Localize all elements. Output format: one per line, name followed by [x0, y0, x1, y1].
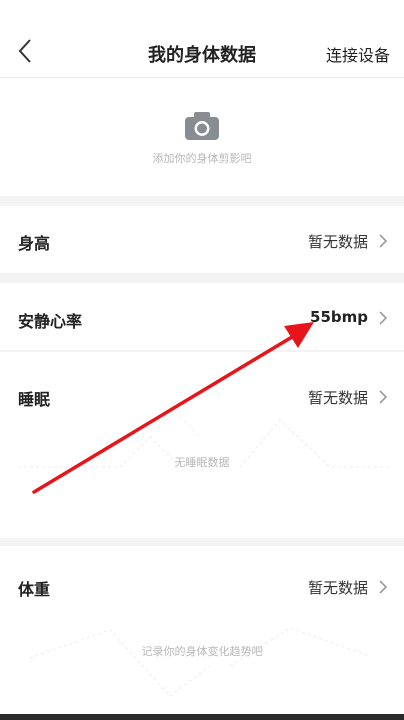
back-button[interactable]: [12, 34, 40, 68]
silhouette-hint: 添加你的身体剪影吧: [152, 152, 252, 165]
chevron-left-icon: [18, 39, 31, 63]
sleep-chart-placeholder: [18, 411, 390, 468]
section-divider: [0, 538, 404, 546]
chevron-right-icon: [379, 311, 388, 325]
chevron-right-icon: [379, 390, 388, 404]
camera-button[interactable]: [184, 111, 220, 141]
section-divider: [0, 273, 404, 283]
connect-device-button[interactable]: 连接设备: [326, 42, 390, 66]
heart-rate-value: 55bmp: [310, 308, 368, 326]
weight-empty-hint: 记录你的身体变化趋势吧: [141, 645, 263, 658]
sleep-card[interactable]: 睡眠 暂无数据 无睡眠数据: [0, 352, 404, 538]
chevron-right-icon: [379, 234, 388, 248]
sleep-value: 暂无数据: [307, 389, 368, 407]
sleep-label: 睡眠: [18, 390, 51, 409]
section-divider: [0, 196, 404, 206]
weight-chart-placeholder: [29, 627, 371, 697]
bottom-edge: [0, 714, 404, 720]
heart-rate-label: 安静心率: [18, 312, 83, 331]
height-value: 暂无数据: [307, 233, 368, 251]
weight-label: 体重: [18, 580, 51, 599]
chevron-right-icon: [379, 580, 388, 594]
heart-rate-row[interactable]: 安静心率 55bmp: [0, 283, 404, 350]
sleep-empty-hint: 无睡眠数据: [174, 456, 230, 469]
weight-value: 暂无数据: [307, 579, 368, 597]
body-silhouette-section[interactable]: [0, 78, 404, 196]
height-label: 身高: [18, 234, 51, 253]
height-row[interactable]: 身高 暂无数据: [0, 206, 404, 273]
camera-icon: [185, 112, 219, 140]
weight-card[interactable]: 体重 暂无数据 记录你的身体变化趋势吧: [0, 546, 404, 720]
app-header: 我的身体数据 连接设备: [0, 0, 404, 78]
